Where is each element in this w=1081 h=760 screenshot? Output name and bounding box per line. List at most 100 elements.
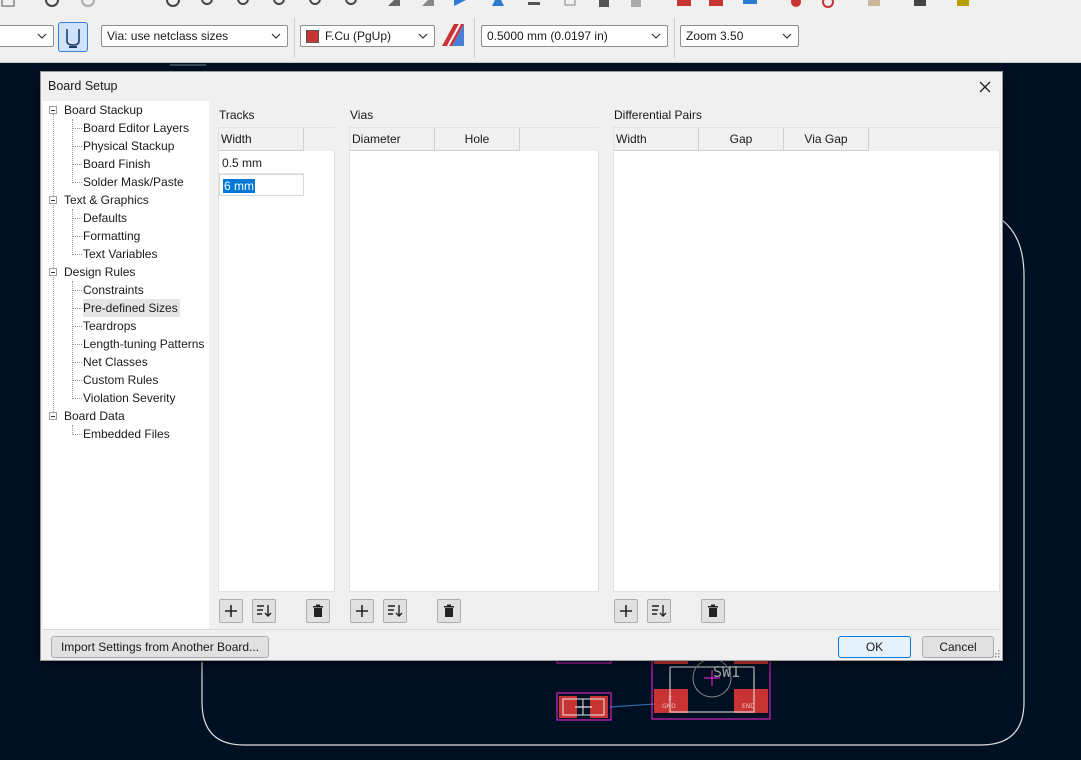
table-row[interactable]: 0.5 mm bbox=[219, 152, 304, 174]
track-select-combo[interactable] bbox=[0, 25, 54, 47]
collapse-toggle-icon[interactable] bbox=[49, 196, 57, 204]
footprint-icon[interactable] bbox=[788, 0, 804, 8]
zoom-in-icon[interactable] bbox=[200, 0, 216, 8]
plugin-icon[interactable] bbox=[912, 0, 928, 8]
tree-item-length-tuning-patterns[interactable]: Length-tuning Patterns bbox=[83, 335, 204, 353]
mirror-icon[interactable] bbox=[490, 0, 506, 8]
undo-icon[interactable] bbox=[44, 0, 60, 8]
tree-item-defaults[interactable]: Defaults bbox=[83, 209, 127, 227]
layer-select-value: F.Cu (PgUp) bbox=[325, 29, 392, 43]
column-header-gap[interactable]: Gap bbox=[699, 128, 784, 151]
drc-icon[interactable] bbox=[708, 0, 724, 8]
tree-item-pre-defined-sizes[interactable]: Pre-defined Sizes bbox=[83, 299, 180, 317]
tree-item-design-rules[interactable]: Design Rules bbox=[64, 263, 135, 281]
tree-connector bbox=[72, 434, 82, 435]
collapse-toggle-icon[interactable] bbox=[49, 106, 57, 114]
add-diff-pair-button[interactable] bbox=[614, 599, 638, 623]
layer-select[interactable]: F.Cu (PgUp) bbox=[300, 25, 435, 47]
lock-icon[interactable] bbox=[596, 0, 612, 8]
delete-via-button[interactable] bbox=[437, 599, 461, 623]
ref-label: SW1 bbox=[713, 663, 740, 681]
tree-item-embedded-files[interactable]: Embedded Files bbox=[83, 425, 170, 443]
zoom-select[interactable]: Zoom 3.50 bbox=[680, 25, 799, 47]
zoom-tool-icon[interactable] bbox=[344, 0, 360, 8]
tree-connector bbox=[72, 362, 82, 363]
toolbar-separator bbox=[674, 18, 675, 58]
close-button[interactable] bbox=[974, 76, 996, 98]
diff-pairs-grid[interactable]: Width Gap Via Gap bbox=[613, 127, 1000, 592]
add-track-button[interactable] bbox=[219, 599, 243, 623]
group-icon[interactable] bbox=[562, 0, 578, 8]
tree-item-net-classes[interactable]: Net Classes bbox=[83, 353, 148, 371]
via-size-button[interactable] bbox=[58, 22, 88, 52]
tree-connector bbox=[72, 164, 82, 165]
plus-icon bbox=[620, 605, 632, 617]
tree-item-solder-mask-paste[interactable]: Solder Mask/Paste bbox=[83, 173, 184, 191]
tree-item-board-data[interactable]: Board Data bbox=[64, 407, 125, 425]
tracks-grid[interactable]: Width 0.5 mm 6 mm bbox=[218, 127, 335, 592]
vias-label: Vias bbox=[350, 108, 374, 122]
align-icon[interactable] bbox=[526, 0, 542, 8]
layer-pair-icon[interactable] bbox=[440, 22, 466, 48]
flip-icon[interactable] bbox=[452, 0, 468, 8]
table-row-editing[interactable]: 6 mm bbox=[219, 174, 304, 196]
zoom-fit-icon[interactable] bbox=[272, 0, 288, 8]
rotate-cw-icon[interactable] bbox=[420, 0, 436, 8]
sort-tracks-button[interactable] bbox=[252, 599, 276, 623]
column-header-via-gap[interactable]: Via Gap bbox=[784, 128, 869, 151]
pad-net-label: END bbox=[742, 703, 755, 710]
trash-icon bbox=[313, 604, 323, 617]
redo-icon[interactable] bbox=[80, 0, 96, 8]
tree-item-board-finish[interactable]: Board Finish bbox=[83, 155, 150, 173]
board-setup-icon[interactable] bbox=[742, 0, 758, 8]
tree-item-formatting[interactable]: Formatting bbox=[83, 227, 140, 245]
column-header-diameter[interactable]: Diameter bbox=[350, 128, 435, 151]
tree-item-violation-severity[interactable]: Violation Severity bbox=[83, 389, 176, 407]
via-size-select[interactable]: Via: use netclass sizes bbox=[101, 25, 288, 47]
sort-icon bbox=[652, 605, 667, 617]
settings-tree[interactable]: Board Stackup Board Editor Layers Physic… bbox=[43, 101, 209, 629]
unlock-icon[interactable] bbox=[628, 0, 644, 8]
column-header-width[interactable]: Width bbox=[614, 128, 699, 151]
track-width-select[interactable]: 0.5000 mm (0.0197 in) bbox=[481, 25, 668, 47]
tree-item-teardrops[interactable]: Teardrops bbox=[83, 317, 136, 335]
add-via-button[interactable] bbox=[350, 599, 374, 623]
vias-grid[interactable]: Diameter Hole bbox=[349, 127, 599, 592]
cell-editor-selection[interactable]: 6 mm bbox=[223, 179, 255, 193]
delete-diff-pair-button[interactable] bbox=[701, 599, 725, 623]
netlist-icon[interactable] bbox=[676, 0, 692, 8]
rotate-ccw-icon[interactable] bbox=[386, 0, 402, 8]
zoom-objects-icon[interactable] bbox=[308, 0, 324, 8]
3d-viewer-icon[interactable] bbox=[866, 0, 882, 8]
tree-item-custom-rules[interactable]: Custom Rules bbox=[83, 371, 158, 389]
tree-item-text-graphics[interactable]: Text & Graphics bbox=[64, 191, 149, 209]
via-icon bbox=[66, 29, 80, 48]
collapse-toggle-icon[interactable] bbox=[49, 412, 57, 420]
refresh-icon[interactable] bbox=[165, 0, 181, 8]
scripting-icon[interactable] bbox=[820, 0, 836, 8]
tree-item-board-stackup[interactable]: Board Stackup bbox=[64, 101, 143, 119]
zoom-out-icon[interactable] bbox=[236, 0, 252, 8]
tree-item-text-variables[interactable]: Text Variables bbox=[83, 245, 157, 263]
toolbar-icon[interactable] bbox=[0, 0, 16, 8]
via-size-value: Via: use netclass sizes bbox=[107, 29, 229, 43]
ok-button[interactable]: OK bbox=[838, 636, 911, 658]
tree-item-constraints[interactable]: Constraints bbox=[83, 281, 144, 299]
pcb-calc-icon[interactable] bbox=[955, 0, 971, 8]
resize-grip-icon[interactable] bbox=[992, 650, 1000, 658]
column-header-width[interactable]: Width bbox=[219, 128, 304, 151]
sort-diff-pairs-button[interactable] bbox=[647, 599, 671, 623]
tree-connector bbox=[72, 380, 82, 381]
board-setup-dialog: Board Setup Board Stackup Board Editor L… bbox=[40, 71, 1003, 661]
column-header-hole[interactable]: Hole bbox=[435, 128, 520, 151]
toolbar-separator bbox=[294, 18, 295, 58]
delete-track-button[interactable] bbox=[306, 599, 330, 623]
close-icon bbox=[979, 81, 991, 93]
sort-vias-button[interactable] bbox=[383, 599, 407, 623]
tree-item-board-editor-layers[interactable]: Board Editor Layers bbox=[83, 119, 189, 137]
import-settings-button[interactable]: Import Settings from Another Board... bbox=[51, 636, 269, 658]
tree-item-physical-stackup[interactable]: Physical Stackup bbox=[83, 137, 174, 155]
cancel-button[interactable]: Cancel bbox=[922, 636, 994, 658]
collapse-toggle-icon[interactable] bbox=[49, 268, 57, 276]
layer-color-swatch bbox=[306, 29, 319, 43]
